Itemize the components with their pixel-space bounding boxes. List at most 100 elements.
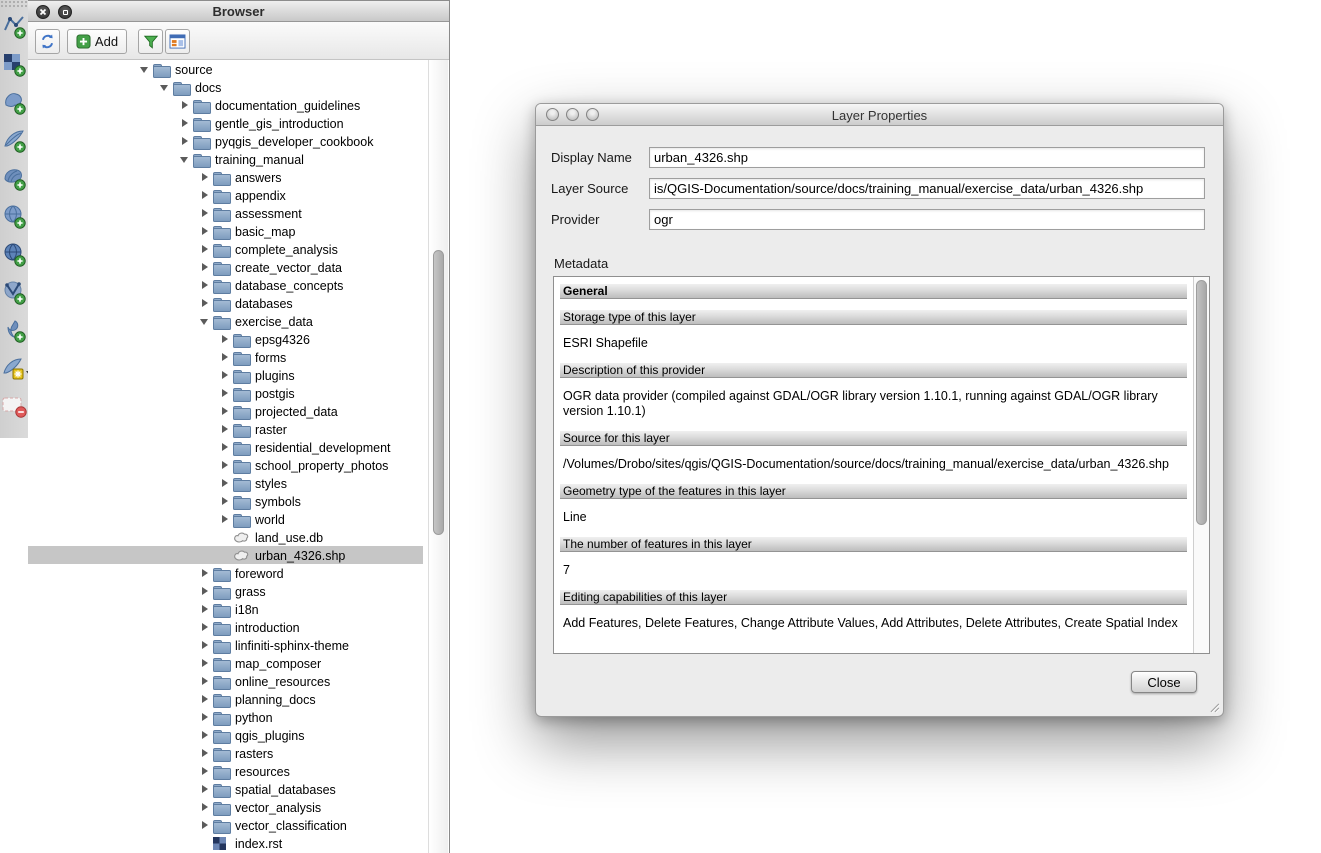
add-raster-layer-icon[interactable]	[2, 52, 28, 78]
expander-collapsed-icon[interactable]	[197, 673, 213, 689]
tree-item-school-property-photos[interactable]: school_property_photos	[28, 456, 423, 474]
expander-collapsed-icon[interactable]	[197, 799, 213, 815]
layer-source-input[interactable]	[649, 178, 1205, 199]
expander-collapsed-icon[interactable]	[197, 601, 213, 617]
expander-collapsed-icon[interactable]	[197, 169, 213, 185]
tree-item-pyqgis-developer-cookbook[interactable]: pyqgis_developer_cookbook	[28, 132, 423, 150]
tree-item-postgis[interactable]: postgis	[28, 384, 423, 402]
add-wms-layer-icon[interactable]	[2, 204, 28, 230]
expander-collapsed-icon[interactable]	[197, 277, 213, 293]
expander-collapsed-icon[interactable]	[197, 637, 213, 653]
expander-collapsed-icon[interactable]	[217, 367, 233, 383]
metadata-scrollbar-thumb[interactable]	[1196, 280, 1207, 525]
tree-item-introduction[interactable]: introduction	[28, 618, 423, 636]
expander-collapsed-icon[interactable]	[197, 745, 213, 761]
expander-collapsed-icon[interactable]	[197, 241, 213, 257]
add-vector-layer-icon[interactable]	[2, 14, 28, 40]
expander-collapsed-icon[interactable]	[217, 349, 233, 365]
expander-collapsed-icon[interactable]	[197, 817, 213, 833]
expander-collapsed-icon[interactable]	[217, 439, 233, 455]
expander-collapsed-icon[interactable]	[217, 493, 233, 509]
metadata-scrollbar[interactable]	[1193, 277, 1209, 653]
tree-item-styles[interactable]: styles	[28, 474, 423, 492]
tree-scrollbar[interactable]	[428, 60, 448, 853]
tree-item-assessment[interactable]: assessment	[28, 204, 423, 222]
tree-item-raster[interactable]: raster	[28, 420, 423, 438]
expander-collapsed-icon[interactable]	[177, 97, 193, 113]
tree-item-answers[interactable]: answers	[28, 168, 423, 186]
tree-item-land-use-db[interactable]: land_use.db	[28, 528, 423, 546]
expander-expanded-icon[interactable]	[177, 151, 193, 167]
tree-item-qgis-plugins[interactable]: qgis_plugins	[28, 726, 423, 744]
expander-collapsed-icon[interactable]	[197, 709, 213, 725]
tree-item-database-concepts[interactable]: database_concepts	[28, 276, 423, 294]
tree-item-spatial-databases[interactable]: spatial_databases	[28, 780, 423, 798]
new-shapefile-layer-icon[interactable]	[2, 356, 28, 382]
add-mssql-layer-icon[interactable]	[2, 166, 28, 192]
tree-item-foreword[interactable]: foreword	[28, 564, 423, 582]
expander-collapsed-icon[interactable]	[197, 727, 213, 743]
expander-collapsed-icon[interactable]	[197, 763, 213, 779]
tree-item-residential-development[interactable]: residential_development	[28, 438, 423, 456]
close-button[interactable]: Close	[1131, 671, 1197, 693]
add-delimited-text-layer-icon[interactable]	[2, 318, 28, 344]
expander-expanded-icon[interactable]	[137, 61, 153, 77]
expander-collapsed-icon[interactable]	[197, 205, 213, 221]
add-postgis-layer-icon[interactable]	[2, 90, 28, 116]
remove-layer-icon[interactable]	[2, 394, 28, 420]
tree-item-gentle-gis-introduction[interactable]: gentle_gis_introduction	[28, 114, 423, 132]
tree-item-map-composer[interactable]: map_composer	[28, 654, 423, 672]
tree-item-rasters[interactable]: rasters	[28, 744, 423, 762]
tree-scrollbar-thumb[interactable]	[433, 250, 444, 535]
expander-collapsed-icon[interactable]	[197, 619, 213, 635]
expander-collapsed-icon[interactable]	[197, 583, 213, 599]
tree-item-training-manual[interactable]: training_manual	[28, 150, 423, 168]
expander-collapsed-icon[interactable]	[217, 511, 233, 527]
tree-item-complete-analysis[interactable]: complete_analysis	[28, 240, 423, 258]
tree-item-i18n[interactable]: i18n	[28, 600, 423, 618]
tree-item-python[interactable]: python	[28, 708, 423, 726]
expander-collapsed-icon[interactable]	[217, 475, 233, 491]
expander-collapsed-icon[interactable]	[197, 691, 213, 707]
resize-grip-icon[interactable]	[1207, 700, 1220, 713]
expander-collapsed-icon[interactable]	[197, 295, 213, 311]
tree-item-databases[interactable]: databases	[28, 294, 423, 312]
expander-collapsed-icon[interactable]	[217, 421, 233, 437]
tree-item-plugins[interactable]: plugins	[28, 366, 423, 384]
tree-item-vector-classification[interactable]: vector_classification	[28, 816, 423, 834]
add-wfs-layer-icon[interactable]	[2, 280, 28, 306]
tree-item-docs[interactable]: docs	[28, 78, 423, 96]
tree-item-documentation-guidelines[interactable]: documentation_guidelines	[28, 96, 423, 114]
expander-collapsed-icon[interactable]	[217, 457, 233, 473]
tree-item-world[interactable]: world	[28, 510, 423, 528]
expander-collapsed-icon[interactable]	[217, 403, 233, 419]
expander-collapsed-icon[interactable]	[197, 223, 213, 239]
tree-item-grass[interactable]: grass	[28, 582, 423, 600]
expander-collapsed-icon[interactable]	[197, 655, 213, 671]
expander-collapsed-icon[interactable]	[197, 565, 213, 581]
tree-item-planning-docs[interactable]: planning_docs	[28, 690, 423, 708]
tree-item-forms[interactable]: forms	[28, 348, 423, 366]
properties-widget-button[interactable]	[165, 29, 190, 54]
tree-item-source[interactable]: source	[28, 60, 423, 78]
tree-item-linfiniti-sphinx-theme[interactable]: linfiniti-sphinx-theme	[28, 636, 423, 654]
expander-collapsed-icon[interactable]	[177, 133, 193, 149]
tree-item-vector-analysis[interactable]: vector_analysis	[28, 798, 423, 816]
tree-item-urban-4326-shp[interactable]: urban_4326.shp	[28, 546, 423, 564]
tree-item-projected-data[interactable]: projected_data	[28, 402, 423, 420]
filter-button[interactable]	[138, 29, 163, 54]
tree-item-symbols[interactable]: symbols	[28, 492, 423, 510]
expander-collapsed-icon[interactable]	[177, 115, 193, 131]
tree-item-online-resources[interactable]: online_resources	[28, 672, 423, 690]
add-spatialite-layer-icon[interactable]	[2, 128, 28, 154]
add-wcs-layer-icon[interactable]	[2, 242, 28, 268]
refresh-button[interactable]	[35, 29, 60, 54]
display-name-input[interactable]	[649, 147, 1205, 168]
tree-item-appendix[interactable]: appendix	[28, 186, 423, 204]
expander-expanded-icon[interactable]	[197, 313, 213, 329]
tree-item-create-vector-data[interactable]: create_vector_data	[28, 258, 423, 276]
tree-item-exercise-data[interactable]: exercise_data	[28, 312, 423, 330]
expander-expanded-icon[interactable]	[157, 79, 173, 95]
add-button[interactable]: Add	[67, 29, 127, 54]
expander-collapsed-icon[interactable]	[197, 259, 213, 275]
